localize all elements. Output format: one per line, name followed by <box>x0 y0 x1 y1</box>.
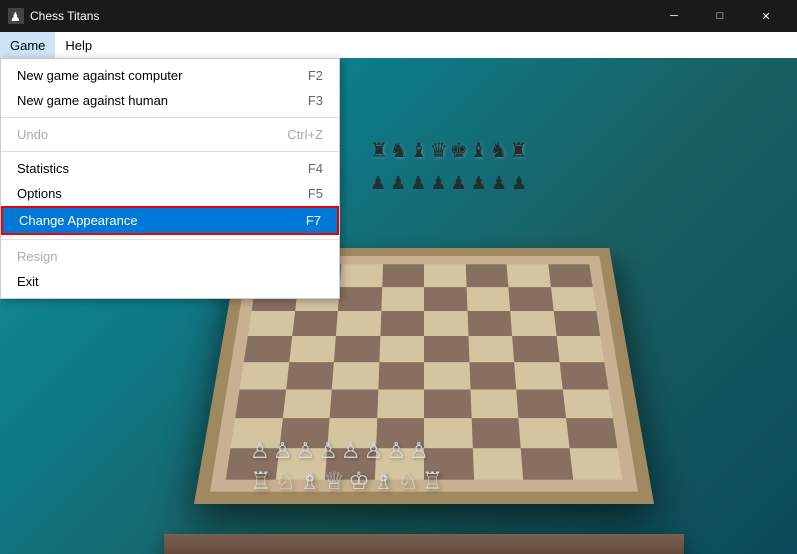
menu-undo[interactable]: Undo Ctrl+Z <box>1 122 339 147</box>
menu-statistics-label: Statistics <box>17 161 69 176</box>
app-icon: ♟ <box>8 8 24 24</box>
menu-exit[interactable]: Exit <box>1 269 339 294</box>
menu-resign-label: Resign <box>17 249 57 264</box>
menu-new-vs-human[interactable]: New game against human F3 <box>1 88 339 113</box>
menu-new-vs-human-shortcut: F3 <box>308 93 323 108</box>
menu-undo-shortcut: Ctrl+Z <box>287 127 323 142</box>
menu-options[interactable]: Options F5 <box>1 181 339 206</box>
menu-new-vs-computer[interactable]: New game against computer F2 <box>1 63 339 88</box>
svg-text:♟: ♟ <box>10 10 21 24</box>
menu-help-label: Help <box>65 38 92 53</box>
close-button[interactable]: ✕ <box>743 0 789 32</box>
menu-change-appearance[interactable]: Change Appearance F7 <box>1 206 339 235</box>
menu-new-vs-computer-label: New game against computer <box>17 68 182 83</box>
menu-undo-label: Undo <box>17 127 48 142</box>
menu-exit-label: Exit <box>17 274 39 289</box>
separator-1 <box>1 117 339 118</box>
game-menu-dropdown: New game against computer F2 New game ag… <box>0 58 340 299</box>
menu-new-vs-human-label: New game against human <box>17 93 168 108</box>
menu-game[interactable]: Game <box>0 32 55 58</box>
maximize-button[interactable]: □ <box>697 0 743 32</box>
minimize-button[interactable]: ─ <box>651 0 697 32</box>
menu-statistics[interactable]: Statistics F4 <box>1 156 339 181</box>
menu-change-appearance-label: Change Appearance <box>19 213 138 228</box>
window-controls: ─ □ ✕ <box>651 0 789 32</box>
menu-help[interactable]: Help <box>55 32 102 58</box>
menu-bar: Game Help <box>0 32 797 58</box>
menu-change-appearance-shortcut: F7 <box>306 213 321 228</box>
menu-options-shortcut: F5 <box>308 186 323 201</box>
window-title: Chess Titans <box>30 9 651 23</box>
menu-game-label: Game <box>10 38 45 53</box>
menu-resign[interactable]: Resign <box>1 244 339 269</box>
separator-2 <box>1 151 339 152</box>
separator-3 <box>1 239 339 240</box>
menu-options-label: Options <box>17 186 62 201</box>
menu-statistics-shortcut: F4 <box>308 161 323 176</box>
menu-new-vs-computer-shortcut: F2 <box>308 68 323 83</box>
title-bar: ♟ Chess Titans ─ □ ✕ <box>0 0 797 32</box>
